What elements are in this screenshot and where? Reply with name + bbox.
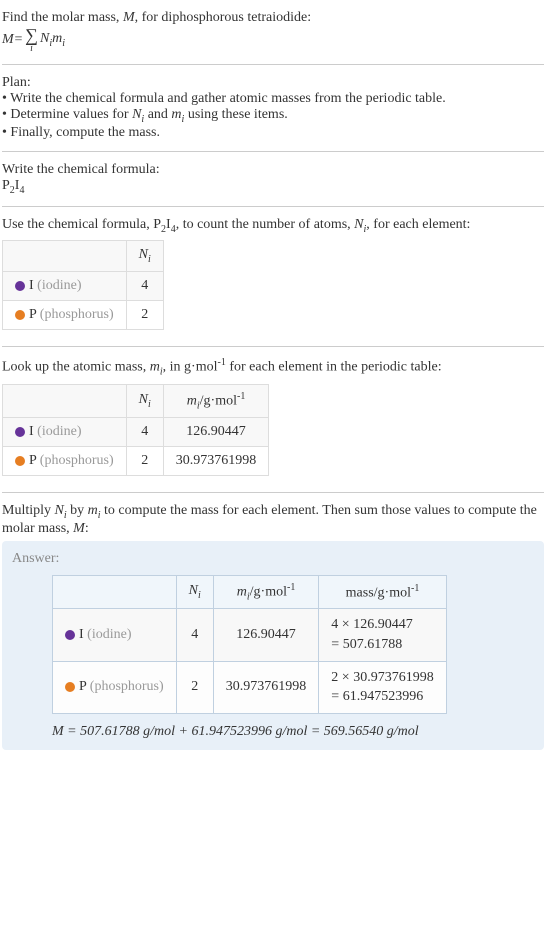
count-cell: 4 (126, 418, 163, 447)
plan-title: Plan: (2, 75, 544, 91)
intro-section: Find the molar mass, M, for diphosphorou… (2, 4, 544, 60)
mass-calc-cell: 4 × 126.90447= 507.61788 (319, 609, 446, 661)
empty-header (53, 575, 177, 608)
iodine-dot-icon (15, 427, 25, 437)
element-cell: P (phosphorus) (53, 661, 177, 713)
formula-mi: mi (52, 31, 65, 49)
ni-header: Ni (176, 575, 213, 608)
answer-label: Answer: (12, 551, 534, 567)
table-row: P (phosphorus) 2 30.973761998 (3, 447, 269, 476)
divider (2, 206, 544, 207)
step3-section: Look up the atomic mass, mi, in g·mol-1 … (2, 351, 544, 488)
count-cell: 2 (176, 661, 213, 713)
count-cell: 4 (176, 609, 213, 661)
empty-header (3, 384, 127, 417)
plan-bullet-3: • Finally, compute the mass. (2, 125, 544, 141)
count-cell: 2 (126, 301, 163, 330)
final-result: M = 507.61788 g/mol + 61.947523996 g/mol… (52, 724, 534, 740)
ni-header: Ni (126, 384, 163, 417)
plan-section: Plan: • Write the chemical formula and g… (2, 69, 544, 147)
molar-mass-formula: M = ∑ i Ni mi (2, 26, 544, 54)
table-row: P (phosphorus) 2 (3, 301, 164, 330)
element-cell: I (iodine) (53, 609, 177, 661)
element-cell: I (iodine) (3, 272, 127, 301)
mass-cell: 126.90447 (163, 418, 269, 447)
iodine-dot-icon (15, 281, 25, 291)
element-cell: P (phosphorus) (3, 301, 127, 330)
answer-table: Ni mi/g·mol-1 mass/g·mol-1 I (iodine) 4 … (52, 575, 447, 714)
divider (2, 151, 544, 152)
mi-header: mi/g·mol-1 (163, 384, 269, 417)
sigma-index: i (30, 44, 33, 54)
sigma-icon: ∑ (25, 26, 38, 44)
count-cell: 4 (126, 272, 163, 301)
answer-box: Answer: Ni mi/g·mol-1 mass/g·mol-1 I (io… (2, 541, 544, 750)
formula-ni: Ni (40, 31, 52, 49)
divider (2, 346, 544, 347)
step1-title: Write the chemical formula: (2, 162, 544, 178)
chemical-formula: P2I4 (2, 178, 544, 196)
table-header-row: Ni mi/g·mol-1 mass/g·mol-1 (53, 575, 447, 608)
intro-text: Find the molar mass, (2, 10, 123, 25)
formula-lhs: M (2, 32, 14, 48)
plan-bullet-2: • Determine values for Ni and mi using t… (2, 107, 544, 125)
atomic-mass-table: Ni mi/g·mol-1 I (iodine) 4 126.90447 P (… (2, 384, 269, 476)
step1-section: Write the chemical formula: P2I4 (2, 156, 544, 202)
mass-calc-cell: 2 × 30.973761998= 61.947523996 (319, 661, 446, 713)
atom-count-table: Ni I (iodine) 4 P (phosphorus) 2 (2, 240, 164, 330)
empty-header (3, 241, 127, 272)
step2-section: Use the chemical formula, P2I4, to count… (2, 211, 544, 343)
element-cell: P (phosphorus) (3, 447, 127, 476)
table-row: P (phosphorus) 2 30.973761998 2 × 30.973… (53, 661, 447, 713)
intro-line: Find the molar mass, M, for diphosphorou… (2, 10, 544, 26)
mass-header: mass/g·mol-1 (319, 575, 446, 608)
table-header-row: Ni mi/g·mol-1 (3, 384, 269, 417)
step4-text: Multiply Ni by mi to compute the mass fo… (2, 503, 544, 537)
step3-text: Look up the atomic mass, mi, in g·mol-1 … (2, 357, 544, 377)
divider (2, 64, 544, 65)
mi-header: mi/g·mol-1 (213, 575, 319, 608)
plan-bullet-1: • Write the chemical formula and gather … (2, 91, 544, 107)
mi-cell: 30.973761998 (213, 661, 319, 713)
phosphorus-dot-icon (15, 456, 25, 466)
mi-cell: 126.90447 (213, 609, 319, 661)
divider (2, 492, 544, 493)
table-row: I (iodine) 4 126.90447 (3, 418, 269, 447)
element-cell: I (iodine) (3, 418, 127, 447)
step4-section: Multiply Ni by mi to compute the mass fo… (2, 497, 544, 756)
formula-eq: = (14, 32, 23, 48)
iodine-dot-icon (65, 630, 75, 640)
count-cell: 2 (126, 447, 163, 476)
var-m: M (123, 10, 135, 25)
table-row: I (iodine) 4 (3, 272, 164, 301)
phosphorus-dot-icon (15, 310, 25, 320)
table-row: I (iodine) 4 126.90447 4 × 126.90447= 50… (53, 609, 447, 661)
intro-text-end: , for diphosphorous tetraiodide: (135, 10, 312, 25)
table-header-row: Ni (3, 241, 164, 272)
phosphorus-dot-icon (65, 682, 75, 692)
step2-text: Use the chemical formula, P2I4, to count… (2, 217, 544, 235)
sigma-block: ∑ i (25, 26, 38, 54)
ni-header: Ni (126, 241, 163, 272)
mass-cell: 30.973761998 (163, 447, 269, 476)
